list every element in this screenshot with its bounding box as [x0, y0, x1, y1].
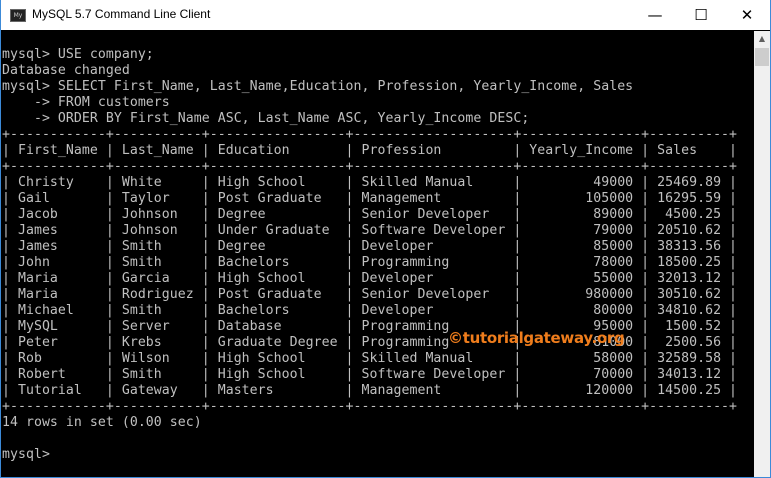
table-row: | Gail | Taylor | Post Graduate | Manage…	[2, 191, 738, 206]
table-row: | John | Smith | Bachelors | Programming…	[2, 255, 738, 270]
table-row: | James | Johnson | Under Graduate | Sof…	[2, 223, 738, 238]
table-row: | Michael | Smith | Bachelors | Develope…	[2, 303, 738, 318]
title-bar[interactable]: My MySQL 5.7 Command Line Client — ☐ ✕	[1, 0, 770, 30]
table-border: +------------+-----------+--------------…	[2, 399, 738, 414]
minimize-button[interactable]: —	[632, 0, 678, 30]
table-row: | MySQL | Server | Database | Programmin…	[2, 319, 738, 334]
command-line: mysql> SELECT First_Name, Last_Name,Educ…	[2, 79, 634, 94]
close-button[interactable]: ✕	[724, 0, 770, 30]
scroll-up-arrow-icon[interactable]: ▲	[754, 31, 770, 47]
terminal-output[interactable]: mysql> USE company; Database changed mysql…	[1, 31, 754, 477]
table-row: | James | Smith | Degree | Developer | 8…	[2, 239, 738, 254]
table-header-row: | First_Name | Last_Name | Education | P…	[2, 143, 738, 158]
terminal-text: mysql> USE company; Database changed mysql…	[2, 47, 737, 463]
table-row: | Robert | Smith | High School | Softwar…	[2, 367, 738, 382]
command-line: -> FROM customers	[2, 95, 170, 110]
scrollbar-thumb[interactable]	[755, 48, 769, 66]
maximize-button[interactable]: ☐	[678, 0, 724, 30]
table-row: | Tutorial | Gateway | Masters | Managem…	[2, 383, 738, 398]
result-summary: 14 rows in set (0.00 sec)	[2, 415, 202, 430]
mysql-console-icon: My	[10, 9, 26, 22]
table-row: | Christy | White | High School | Skille…	[2, 175, 738, 190]
table-row: | Maria | Rodriguez | Post Graduate | Se…	[2, 287, 738, 302]
table-border: +------------+-----------+--------------…	[2, 159, 738, 174]
command-line: -> ORDER BY First_Name ASC, Last_Name AS…	[2, 111, 530, 126]
table-row: | Peter | Krebs | Graduate Degree | Prog…	[2, 335, 738, 350]
command-prompt: mysql>	[2, 447, 58, 462]
watermark: ©tutorialgateway.org	[448, 329, 625, 347]
table-row: | Maria | Garcia | High School | Develop…	[2, 271, 738, 286]
command-line: mysql> USE company;	[2, 47, 154, 62]
table-border: +------------+-----------+--------------…	[2, 127, 738, 142]
table-row: | Rob | Wilson | High School | Skilled M…	[2, 351, 738, 366]
window-title: MySQL 5.7 Command Line Client	[32, 7, 211, 21]
table-row: | Jacob | Johnson | Degree | Senior Deve…	[2, 207, 738, 222]
command-line: Database changed	[2, 63, 130, 78]
vertical-scrollbar[interactable]: ▲	[754, 31, 770, 477]
